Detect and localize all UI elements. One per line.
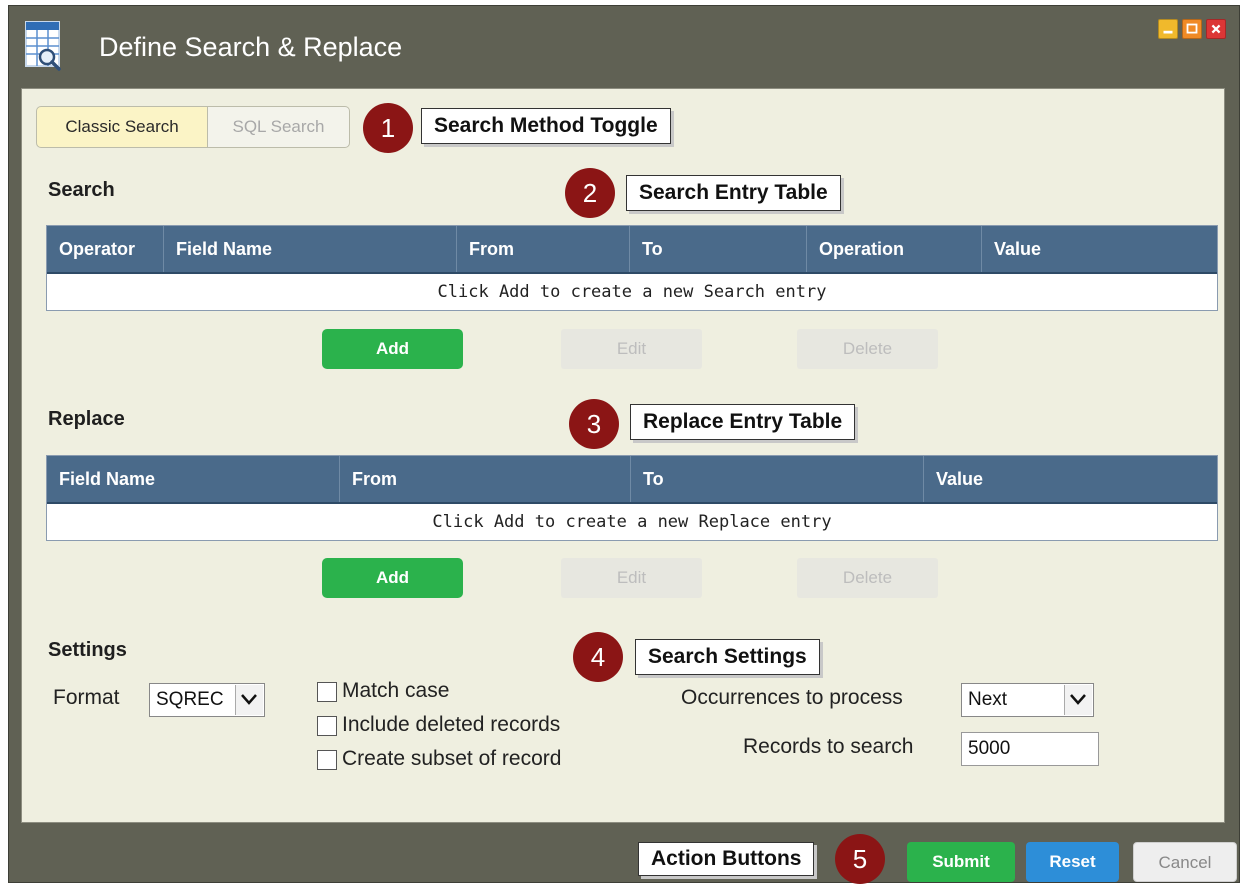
settings-section-title: Settings <box>48 639 127 661</box>
cancel-button[interactable]: Cancel <box>1133 842 1237 882</box>
callout-number-1: 1 <box>363 103 413 153</box>
search-col-operation[interactable]: Operation <box>807 226 982 272</box>
classic-search-tab[interactable]: Classic Search <box>36 106 208 148</box>
callout-number-4: 4 <box>573 632 623 682</box>
callout-label-1: Search Method Toggle <box>421 108 671 144</box>
callout-label-5: Action Buttons <box>638 842 815 876</box>
replace-col-field-name[interactable]: Field Name <box>47 456 340 502</box>
match-case-label: Match case <box>342 679 450 702</box>
search-col-operator[interactable]: Operator <box>47 226 164 272</box>
minimize-button[interactable] <box>1158 19 1178 39</box>
format-label: Format <box>53 686 120 709</box>
minimize-icon <box>1163 30 1173 34</box>
search-col-from[interactable]: From <box>457 226 630 272</box>
close-icon <box>1211 24 1221 34</box>
format-select[interactable]: SQREC <box>149 683 265 717</box>
replace-add-button[interactable]: Add <box>322 558 463 598</box>
replace-col-to[interactable]: To <box>631 456 924 502</box>
dialog-content: Classic Search SQL Search 1 Search Metho… <box>21 88 1225 823</box>
create-subset-label: Create subset of record <box>342 747 562 770</box>
replace-empty-message: Click Add to create a new Replace entry <box>432 512 832 532</box>
match-case-checkbox[interactable] <box>317 682 337 702</box>
search-empty-message: Click Add to create a new Search entry <box>437 282 827 302</box>
search-col-to[interactable]: To <box>630 226 807 272</box>
search-table-header: Operator Field Name From To Operation Va… <box>47 226 1217 274</box>
occurrences-select-value: Next <box>968 689 1008 710</box>
window-title: Define Search & Replace <box>99 32 403 62</box>
callout-label-3: Replace Entry Table <box>630 404 856 440</box>
format-select-value: SQREC <box>156 689 224 710</box>
dialog-window: Define Search & Replace Classic Search S… <box>8 5 1240 884</box>
search-section-title: Search <box>48 179 115 201</box>
replace-delete-button[interactable]: Delete <box>797 558 938 598</box>
sql-search-tab[interactable]: SQL Search <box>207 106 350 148</box>
reset-button[interactable]: Reset <box>1026 842 1119 882</box>
table-search-icon <box>25 21 61 71</box>
search-edit-button[interactable]: Edit <box>561 329 702 369</box>
search-col-value[interactable]: Value <box>982 226 1217 272</box>
search-delete-button[interactable]: Delete <box>797 329 938 369</box>
replace-edit-button[interactable]: Edit <box>561 558 702 598</box>
occurrences-select[interactable]: Next <box>961 683 1094 717</box>
replace-col-from[interactable]: From <box>340 456 631 502</box>
occurrences-label: Occurrences to process <box>681 686 903 709</box>
chevron-down-icon[interactable] <box>235 685 263 715</box>
callout-number-5: 5 <box>835 834 885 884</box>
create-subset-checkbox[interactable] <box>317 750 337 770</box>
callout-number-2: 2 <box>565 168 615 218</box>
include-deleted-checkbox[interactable] <box>317 716 337 736</box>
maximize-icon <box>1186 23 1198 34</box>
chevron-down-icon[interactable] <box>1064 685 1092 715</box>
include-deleted-label: Include deleted records <box>342 713 561 736</box>
search-col-field-name[interactable]: Field Name <box>164 226 457 272</box>
title-bar[interactable]: Define Search & Replace <box>9 6 1239 88</box>
close-button[interactable] <box>1206 19 1226 39</box>
replace-col-value[interactable]: Value <box>924 456 1217 502</box>
records-label: Records to search <box>743 735 914 758</box>
callout-number-3: 3 <box>569 399 619 449</box>
replace-entry-table: Field Name From To Value Click Add to cr… <box>46 455 1218 541</box>
callout-label-2: Search Entry Table <box>626 175 841 211</box>
search-add-button[interactable]: Add <box>322 329 463 369</box>
callout-label-4: Search Settings <box>635 639 820 675</box>
submit-button[interactable]: Submit <box>907 842 1015 882</box>
maximize-button[interactable] <box>1182 19 1202 39</box>
records-to-search-input[interactable]: 5000 <box>961 732 1099 766</box>
replace-section-title: Replace <box>48 408 125 430</box>
replace-table-header: Field Name From To Value <box>47 456 1217 504</box>
search-entry-table: Operator Field Name From To Operation Va… <box>46 225 1218 311</box>
